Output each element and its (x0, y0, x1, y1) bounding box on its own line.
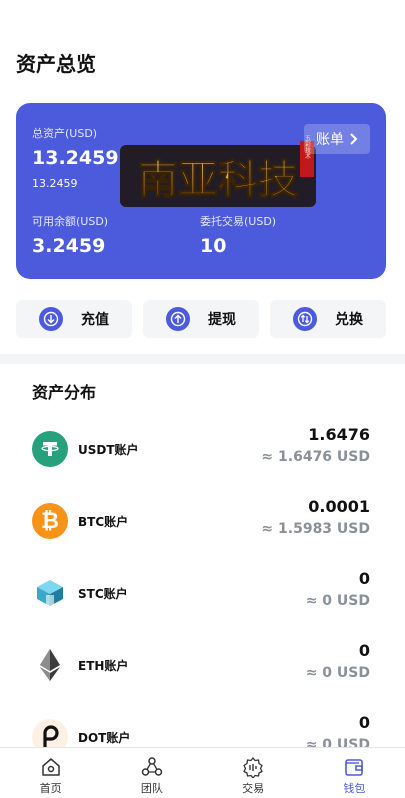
bottom-nav: 首页 团队 交易 钱包 (0, 747, 405, 798)
nav-team-label: 团队 (140, 782, 163, 795)
asset-name: USDT账户 (78, 443, 139, 457)
available-balance-value: 3.2459 (32, 235, 106, 257)
section-divider (0, 354, 405, 364)
asset-name: BTC账户 (78, 515, 129, 529)
asset-amount: 0 (358, 641, 370, 660)
bill-label: 账单 (316, 132, 344, 148)
asset-usd-value: ≈ 1.6476 USD (261, 449, 370, 465)
asset-amount: 0 (358, 569, 370, 588)
btc-icon: ₿ (32, 503, 68, 539)
stc-icon (32, 575, 68, 611)
action-bar: 充值 提现 兑换 (16, 300, 386, 338)
total-assets-sub-value: 13.2459 (32, 177, 78, 190)
deposit-icon (39, 307, 63, 331)
nav-team[interactable]: 团队 (101, 748, 202, 798)
bill-button[interactable]: 账单 (304, 124, 370, 154)
total-assets-label: 总资产(USD) (32, 127, 98, 140)
asset-row-usdt[interactable]: USDT账户 1.6476 ≈ 1.6476 USD (0, 421, 405, 477)
home-icon (41, 758, 60, 776)
team-icon (141, 757, 163, 776)
nav-wallet-label: 钱包 (343, 782, 366, 795)
asset-amount: 0 (358, 713, 370, 732)
distribution-title: 资产分布 (32, 383, 97, 402)
total-assets-value: 13.2459 (32, 147, 119, 169)
nav-trade[interactable]: 交易 (203, 748, 304, 798)
withdraw-button[interactable]: 提现 (143, 300, 259, 338)
withdraw-icon (166, 307, 190, 331)
nav-trade-label: 交易 (242, 782, 265, 795)
chevron-right-icon (350, 133, 358, 145)
exchange-icon (293, 307, 317, 331)
trade-icon (243, 757, 263, 778)
eth-icon (32, 647, 68, 683)
asset-usd-value: ≈ 1.5983 USD (261, 521, 370, 537)
order-amount-value: 10 (200, 235, 227, 257)
nav-home[interactable]: 首页 (0, 748, 101, 798)
svg-text:南亚科技: 南亚科技 (138, 156, 298, 203)
exchange-button[interactable]: 兑换 (270, 300, 386, 338)
asset-row-btc[interactable]: ₿ BTC账户 0.0001 ≈ 1.5983 USD (0, 493, 405, 549)
deposit-button[interactable]: 充值 (16, 300, 132, 338)
wallet-icon (345, 759, 364, 776)
deposit-label: 充值 (81, 312, 109, 328)
asset-usd-value: ≈ 0 USD (305, 665, 370, 681)
exchange-label: 兑换 (335, 312, 363, 328)
asset-summary-card: 总资产(USD) 13.2459 13.2459 南亚科技 五彩技术 账单 可用… (16, 103, 386, 279)
nav-home-label: 首页 (39, 782, 62, 795)
asset-name: STC账户 (78, 587, 128, 601)
withdraw-label: 提现 (208, 312, 236, 328)
asset-row-eth[interactable]: ETH账户 0 ≈ 0 USD (0, 637, 405, 693)
asset-usd-value: ≈ 0 USD (305, 593, 370, 609)
brand-logo: 南亚科技 五彩技术 (120, 135, 316, 207)
usdt-icon (32, 431, 68, 467)
asset-row-stc[interactable]: STC账户 0 ≈ 0 USD (0, 565, 405, 621)
nav-wallet[interactable]: 钱包 (304, 748, 405, 798)
asset-amount: 1.6476 (308, 425, 370, 444)
available-balance-label: 可用余额(USD) (32, 215, 109, 228)
asset-name: DOT账户 (78, 731, 131, 745)
asset-name: ETH账户 (78, 659, 129, 673)
asset-amount: 0.0001 (308, 497, 370, 516)
page-title: 资产总览 (16, 52, 96, 76)
order-amount-label: 委托交易(USD) (200, 215, 277, 228)
